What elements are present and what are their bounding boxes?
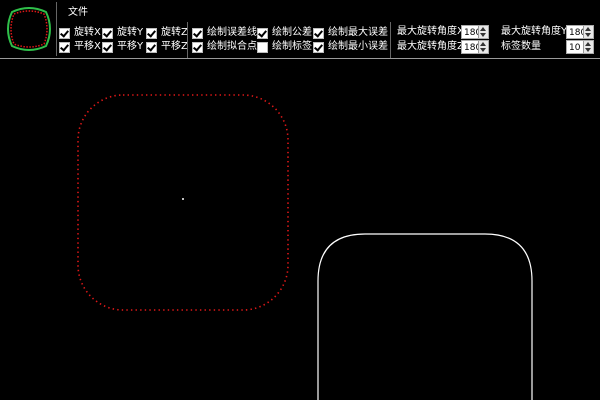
transform-panel: 旋转X 旋转Y 旋转Z 平移X 平移Y 平移Z	[57, 22, 188, 58]
checkbox-box[interactable]	[146, 41, 157, 53]
rotate-y-checkbox[interactable]: 旋转Y	[102, 26, 143, 40]
draw-labels-label: 绘制标签	[272, 41, 312, 52]
max-rotation-x-label: 最大旋转角度X	[397, 26, 464, 37]
rotate-x-checkbox[interactable]: 旋转X	[59, 26, 101, 40]
max-rotation-y-spinbox[interactable]: 180	[566, 25, 594, 39]
spin-down-icon[interactable]	[480, 33, 486, 37]
draw-min-error-checkbox[interactable]: 绘制最小误差	[313, 40, 388, 54]
rotate-z-checkbox[interactable]: 旋转Z	[146, 26, 188, 40]
checkbox-box[interactable]	[313, 41, 324, 53]
draw-max-error-checkbox[interactable]: 绘制最大误差	[313, 26, 388, 40]
max-rotation-z-spinbox[interactable]: 180	[461, 40, 489, 54]
draw-labels-checkbox[interactable]: 绘制标签	[257, 40, 312, 54]
label-count-spinbox[interactable]: 10	[566, 40, 594, 54]
draw-max-error-label: 绘制最大误差	[328, 27, 388, 38]
draw-error-line-checkbox[interactable]: 绘制误差线	[192, 26, 257, 40]
spin-up-icon[interactable]	[480, 42, 486, 46]
draw-fit-points-checkbox[interactable]: 绘制拟合点	[192, 40, 257, 54]
center-point	[182, 198, 184, 200]
draw-tolerance-label: 绘制公差	[272, 27, 312, 38]
label-count-label: 标签数量	[501, 41, 541, 52]
app-logo-icon	[2, 2, 57, 56]
max-rotation-z-label: 最大旋转角度Z	[397, 41, 464, 52]
checkbox-box[interactable]	[59, 41, 70, 53]
checkbox-box[interactable]	[257, 27, 268, 39]
translate-y-checkbox[interactable]: 平移Y	[102, 40, 143, 54]
spin-buttons[interactable]	[478, 26, 488, 38]
checkbox-box[interactable]	[59, 27, 70, 39]
translate-x-checkbox[interactable]: 平移X	[59, 40, 101, 54]
checkbox-box[interactable]	[102, 41, 113, 53]
drawing-canvas[interactable]	[0, 59, 600, 400]
spin-up-icon[interactable]	[480, 27, 486, 31]
checkbox-box[interactable]	[146, 27, 157, 39]
spin-down-icon[interactable]	[480, 48, 486, 52]
spin-down-icon[interactable]	[585, 33, 591, 37]
label-count-value[interactable]: 10	[567, 43, 580, 53]
checkbox-box[interactable]	[257, 41, 268, 53]
draw-error-line-label: 绘制误差线	[207, 27, 257, 38]
spin-up-icon[interactable]	[585, 27, 591, 31]
rotate-z-label: 旋转Z	[161, 27, 188, 38]
translate-z-checkbox[interactable]: 平移Z	[146, 40, 188, 54]
max-rotation-y-label: 最大旋转角度Y	[501, 26, 568, 37]
menu-file[interactable]: 文件	[62, 5, 94, 23]
outline-shape	[317, 233, 533, 400]
settings-panel: 最大旋转角度X 180 最大旋转角度Y 180 最大旋转角度Z 180 标签数量…	[390, 22, 600, 58]
spin-buttons[interactable]	[583, 41, 593, 53]
spin-buttons[interactable]	[583, 26, 593, 38]
checkbox-box[interactable]	[192, 27, 203, 39]
translate-y-label: 平移Y	[117, 41, 144, 52]
draw-fit-points-label: 绘制拟合点	[207, 41, 257, 52]
draw-tolerance-checkbox[interactable]: 绘制公差	[257, 26, 312, 40]
checkbox-box[interactable]	[192, 41, 203, 53]
toolbar: 文件 旋转X 旋转Y 旋转Z 平移X 平移Y 平移Z 绘制误差线 绘制公差 绘制…	[0, 0, 600, 59]
draw-min-error-label: 绘制最小误差	[328, 41, 388, 52]
rotate-x-label: 旋转X	[74, 27, 101, 38]
spin-buttons[interactable]	[478, 41, 488, 53]
translate-x-label: 平移X	[74, 41, 101, 52]
checkbox-box[interactable]	[102, 27, 113, 39]
translate-z-label: 平移Z	[161, 41, 188, 52]
max-rotation-x-spinbox[interactable]: 180	[461, 25, 489, 39]
fit-points-shape	[77, 94, 289, 311]
spin-up-icon[interactable]	[585, 42, 591, 46]
spin-down-icon[interactable]	[585, 48, 591, 52]
rotate-y-label: 旋转Y	[117, 27, 144, 38]
draw-options-panel: 绘制误差线 绘制公差 绘制最大误差 绘制拟合点 绘制标签 绘制最小误差	[187, 22, 388, 58]
checkbox-box[interactable]	[313, 27, 324, 39]
